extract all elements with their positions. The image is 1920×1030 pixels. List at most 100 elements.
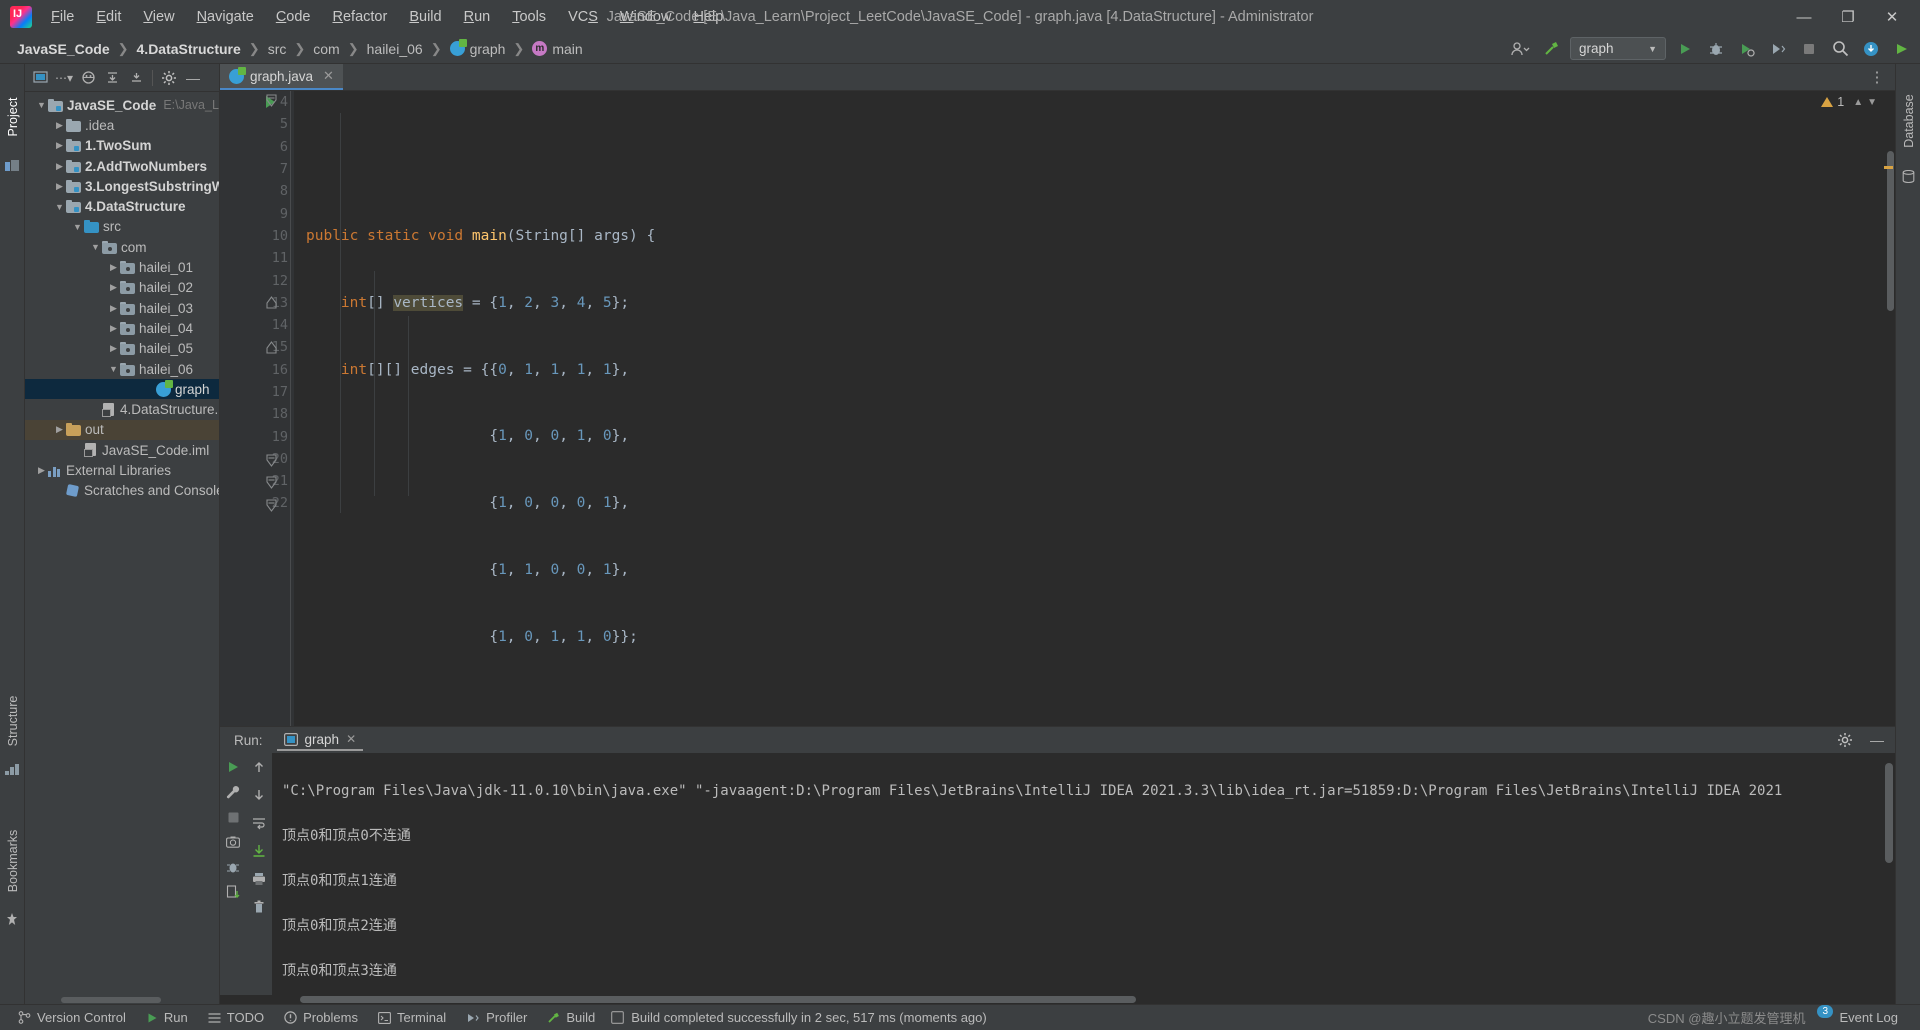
chevron-down-icon[interactable]: ▼	[107, 363, 120, 376]
view-options-icon[interactable]: ⋯▾	[53, 67, 75, 89]
status-profiler[interactable]: Profiler	[456, 1008, 537, 1027]
chevron-right-icon[interactable]: ▶	[107, 342, 120, 355]
maximize-button[interactable]: ❐	[1826, 2, 1870, 32]
editor-text-area[interactable]: public static void main(String[] args) {…	[294, 91, 1882, 726]
tree-row-hailei-03[interactable]: ▶ hailei_03	[25, 298, 219, 318]
tool-strip-bookmarks[interactable]: Bookmarks	[6, 824, 20, 898]
fold-handle-icon[interactable]	[266, 454, 282, 470]
hide-panel-icon[interactable]: —	[1865, 729, 1889, 751]
project-tree[interactable]: ▼ JavaSE_Code E:\Java_Lear ▶ .idea ▶ 1.T…	[25, 92, 219, 996]
camera-icon[interactable]	[223, 832, 243, 852]
menu-item-vcs[interactable]: VCS	[557, 5, 609, 29]
fold-handle-icon[interactable]	[266, 296, 282, 312]
chevron-down-icon[interactable]: ▼	[1867, 97, 1877, 108]
tool-strip-structure[interactable]: Structure	[6, 684, 20, 758]
chevron-right-icon[interactable]: ▶	[107, 322, 120, 335]
editor-gutter[interactable]: 4 5 6 7 8 9 10 11 12 13 14 15 16 17 18 1…	[220, 91, 294, 726]
build-hammer-icon[interactable]	[1539, 38, 1563, 60]
menu-item-help[interactable]: Help	[682, 5, 734, 29]
soft-wrap-icon[interactable]	[249, 813, 269, 833]
menu-item-run[interactable]: Run	[453, 5, 502, 29]
chevron-right-icon[interactable]: ▶	[53, 180, 66, 193]
breadcrumb-item-package[interactable]: hailei_06	[364, 39, 426, 59]
stop-icon[interactable]	[223, 807, 243, 827]
editor-vertical-scrollbar[interactable]	[1887, 151, 1894, 311]
status-build[interactable]: Build	[537, 1008, 605, 1027]
tool-strip-project[interactable]: Project	[6, 80, 20, 154]
tree-row-addtwonumbers[interactable]: ▶ 2.AddTwoNumbers	[25, 156, 219, 176]
search-icon[interactable]	[1828, 38, 1852, 60]
tree-row-hailei-01[interactable]: ▶ hailei_01	[25, 257, 219, 277]
menu-item-edit[interactable]: Edit	[85, 5, 132, 29]
close-button[interactable]: ✕	[1870, 2, 1914, 32]
user-icon[interactable]	[1508, 38, 1532, 60]
export-icon[interactable]	[223, 882, 243, 902]
close-icon[interactable]: ✕	[323, 68, 334, 84]
gear-icon[interactable]	[1833, 729, 1857, 751]
chevron-down-icon[interactable]: ▼	[89, 241, 102, 254]
profiler-button[interactable]	[1766, 38, 1790, 60]
code-editor[interactable]: 4 5 6 7 8 9 10 11 12 13 14 15 16 17 18 1…	[220, 91, 1895, 726]
chevron-right-icon[interactable]: ▶	[53, 139, 66, 152]
menu-item-code[interactable]: Code	[265, 5, 322, 29]
status-version-control[interactable]: Version Control	[8, 1008, 136, 1027]
inspection-status[interactable]: 1 ▲ ▼	[1821, 95, 1877, 109]
plugin-update-icon[interactable]	[1859, 38, 1883, 60]
minimize-button[interactable]: —	[1782, 2, 1826, 32]
expand-all-icon[interactable]	[101, 67, 123, 89]
tree-row-out[interactable]: ▶ out	[25, 419, 219, 441]
debug-button[interactable]	[1704, 38, 1728, 60]
breadcrumb-item-src[interactable]: src	[265, 39, 290, 59]
select-opened-file-icon[interactable]	[29, 67, 51, 89]
chevron-right-icon[interactable]: ▶	[53, 119, 66, 132]
chevron-down-icon[interactable]: ▼	[53, 200, 66, 213]
run-configuration-selector[interactable]: graph ▼	[1570, 37, 1666, 60]
up-arrow-icon[interactable]	[249, 757, 269, 777]
fold-handle-icon[interactable]	[266, 341, 282, 357]
menu-item-view[interactable]: View	[132, 5, 185, 29]
tree-row-idea[interactable]: ▶ .idea	[25, 115, 219, 135]
menu-item-tools[interactable]: Tools	[501, 5, 557, 29]
tree-row-datastructure-iml[interactable]: ▶ 4.DataStructure.iml	[25, 399, 219, 419]
status-problems[interactable]: Problems	[274, 1008, 368, 1027]
chevron-down-icon[interactable]: ▼	[71, 220, 84, 233]
chevron-right-icon[interactable]: ▶	[107, 302, 120, 315]
stop-button[interactable]	[1797, 38, 1821, 60]
rerun-icon[interactable]	[223, 757, 243, 777]
gear-icon[interactable]	[158, 67, 180, 89]
fold-handle-icon[interactable]	[266, 499, 282, 515]
tree-row-hailei-02[interactable]: ▶ hailei_02	[25, 278, 219, 298]
hide-panel-icon[interactable]: —	[182, 67, 204, 89]
run-button[interactable]	[1673, 38, 1697, 60]
warning-stripe-mark[interactable]	[1884, 166, 1893, 169]
breadcrumb-item-class[interactable]: graph	[447, 39, 509, 59]
chevron-down-icon[interactable]: ▼	[35, 99, 48, 112]
console-horizontal-scrollbar[interactable]	[220, 995, 1895, 1004]
tree-row-src[interactable]: ▼ src	[25, 217, 219, 237]
chevron-up-icon[interactable]: ▲	[1853, 97, 1863, 108]
run-tab-graph[interactable]: graph ✕	[276, 730, 364, 751]
breadcrumb-item-module[interactable]: 4.DataStructure	[134, 39, 244, 59]
status-event-log[interactable]: 3 Event Log	[1815, 1005, 1908, 1027]
tree-row-longestsubstring[interactable]: ▶ 3.LongestSubstringWi	[25, 176, 219, 196]
chevron-right-icon[interactable]: ▶	[107, 261, 120, 274]
fold-handle-icon[interactable]	[266, 94, 282, 110]
tree-row-external-libraries[interactable]: ▶ External Libraries	[25, 460, 219, 480]
project-horizontal-scrollbar[interactable]	[25, 996, 219, 1004]
scroll-to-end-icon[interactable]	[249, 841, 269, 861]
clear-all-icon[interactable]	[249, 897, 269, 917]
error-stripe-gutter[interactable]	[1882, 91, 1895, 726]
status-run[interactable]: Run	[136, 1008, 198, 1027]
breadcrumb-item-method[interactable]: m main	[529, 39, 585, 59]
menu-item-file[interactable]: File	[40, 5, 85, 29]
tree-row-twosum[interactable]: ▶ 1.TwoSum	[25, 136, 219, 156]
editor-tab-graph-java[interactable]: graph.java ✕	[220, 64, 343, 90]
breadcrumb-item-project[interactable]: JavaSE_Code	[14, 39, 113, 59]
tree-row-javase-code-iml[interactable]: ▶ JavaSE_Code.iml	[25, 440, 219, 460]
breadcrumb-item-com[interactable]: com	[310, 39, 342, 59]
collapse-all-icon[interactable]	[125, 67, 147, 89]
menu-item-build[interactable]: Build	[398, 5, 452, 29]
wrench-icon[interactable]	[223, 782, 243, 802]
close-icon[interactable]: ✕	[346, 732, 356, 746]
thread-dump-icon[interactable]	[223, 857, 243, 877]
